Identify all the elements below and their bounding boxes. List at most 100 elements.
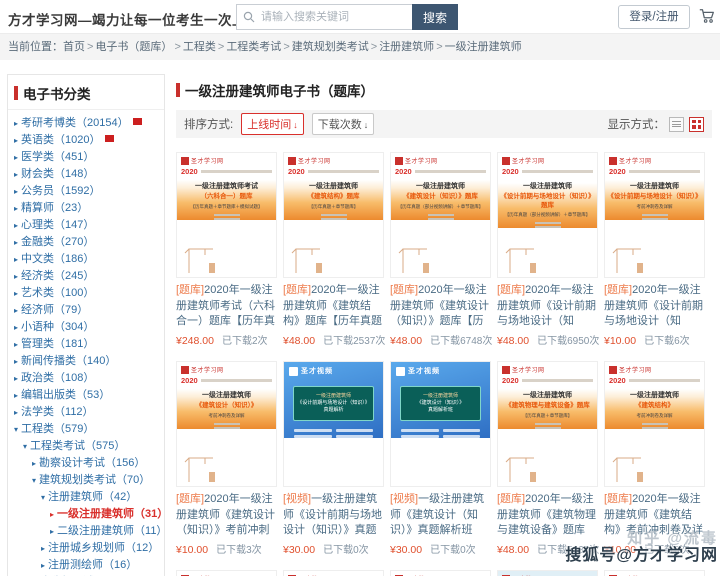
sidebar-category-item[interactable]: ▸ 公务员（1592） [8, 183, 164, 200]
sidebar-category-item[interactable]: ▸ 经济师（79） [8, 302, 164, 319]
sidebar-category-item[interactable]: ▸ 法学类（112） [8, 404, 164, 421]
cover-year: 2020 [609, 167, 626, 176]
product-card[interactable]: 圣才学习网 2020 一级注册建筑师 《建筑结构》 考前冲刺卷及详解 [题库]2… [604, 361, 705, 556]
sidebar-category-item[interactable]: ▾ 建筑规划类考试（70） [8, 472, 164, 489]
product-title[interactable]: [视频]一级注册建筑师《建筑设计（知识）》真题解析班 [390, 492, 491, 539]
tree-arrow-icon: ▾ [41, 493, 46, 502]
book-cover: 圣才学习网 2020 一级注册建筑师 《建筑物理与建筑设备》题库 【历年真题＋章… [497, 361, 598, 487]
tree-arrow-icon: ▸ [14, 323, 19, 332]
sidebar-category-item[interactable]: ▸ 二级注册建筑师（11） [8, 523, 164, 540]
sort-by-downloads-button[interactable]: 下载次数 ↓ [311, 113, 375, 135]
shengcai-logo-icon [502, 365, 510, 374]
video-screen: 一级注册建筑师 《设计前期与场地设计（知识）》 真题解析 [293, 386, 374, 421]
cart-icon[interactable] [698, 7, 716, 30]
sidebar-category-item[interactable]: ▸ 政治类（108） [8, 370, 164, 387]
product-card[interactable]: 圣才学习网 2020 [604, 570, 705, 576]
category-label: 经济类（245） [21, 270, 95, 282]
grid-view-icon[interactable] [689, 116, 704, 132]
sidebar-category-item[interactable]: ▸ 编辑出版类（53） [8, 387, 164, 404]
product-title[interactable]: [题库]2020年一级注册建筑师《建筑设计（知识）》题库【历 [390, 283, 491, 330]
search-button[interactable]: 搜索 [412, 4, 458, 30]
tree-arrow-icon: ▾ [23, 442, 28, 451]
category-label: 艺术类（100） [21, 287, 95, 299]
sidebar-category-item[interactable]: ▸ 新闻传播类（140） [8, 353, 164, 370]
sidebar-category-item[interactable]: ▸ 考研考博类（20154） [8, 115, 164, 132]
product-card[interactable]: 圣才学习网 2020 一级注册建筑师考试 （六科合一）题库 【历年真题＋章节题库… [176, 152, 277, 347]
product-card[interactable]: 圣才学习网 2020 一级注册建筑师 《建筑设计（知识）》 考前冲刺卷及详解 [… [176, 361, 277, 556]
orange-book-cover: 圣才学习网 2020 一级注册建筑师 《建筑设计（知识）》 考前冲刺卷及详解 [177, 362, 276, 482]
product-title[interactable]: [题库]2020年一级注册建筑师考试（六科合一）题库【历年真 [176, 283, 277, 330]
crane-icon [184, 248, 215, 273]
hot-flag-icon [132, 118, 142, 125]
product-title[interactable]: [视频]一级注册建筑师《设计前期与场地设计（知识）》真题 [283, 492, 384, 539]
product-price: ¥48.00 [497, 335, 530, 347]
tree-arrow-icon: ▸ [14, 374, 19, 383]
product-title[interactable]: [题库]2020年一级注册建筑师《建筑物理与建筑设备》题库 [497, 492, 598, 539]
sidebar-category-item[interactable]: ▸ 注册测绘师（16） [8, 557, 164, 574]
sidebar-category-item[interactable]: ▾ 注册建筑师（42） [8, 489, 164, 506]
product-card[interactable]: 圣才学习网 2020 [176, 570, 277, 576]
sidebar-category-item[interactable]: ▸ 精算师（23） [8, 200, 164, 217]
product-card[interactable]: 圣才学习网 2020 一级注册建筑师 《建筑物理与建筑设备》题库 【历年真题＋章… [497, 361, 599, 556]
product-card[interactable]: 圣才视频 一级注册建筑师 《建筑设计（知识）》 真题解析班 [视频]一级注册建筑… [390, 361, 491, 556]
product-card[interactable]: 圣才视频 一级注册建筑师 《设计前期与场地设计（知识）》 真题解析 [视频]一级… [283, 361, 384, 556]
tree-arrow-icon: ▸ [14, 238, 19, 247]
product-title[interactable]: [题库]2020年一级注册建筑师《建筑设计（知识）》考前冲刺 [176, 492, 277, 539]
category-label: 一级注册建筑师（31） [57, 508, 165, 520]
sidebar-category-item[interactable]: ▸ 经济类（245） [8, 268, 164, 285]
product-title[interactable]: [题库]2020年一级注册建筑师《建筑结构》考前冲刺卷及详 [604, 492, 705, 539]
product-card[interactable]: 圣才学习网 2020 一级注册建筑师 《设计前期与场地设计（知识）》 考前冲刺卷… [604, 152, 705, 347]
sidebar-category-item[interactable]: ▸ 中文类（186） [8, 251, 164, 268]
product-card[interactable]: 圣才学习网 2020 一级注册建筑师 《建筑设计（知识）》题库 【历年真题（部分… [390, 152, 493, 347]
breadcrumb-item[interactable]: 注册建筑师 [379, 41, 434, 53]
down-arrow-icon: ↓ [363, 120, 369, 130]
product-card[interactable]: 圣才学习网 2020 [497, 570, 598, 576]
sidebar-category-item[interactable]: ▸ 小语种（304） [8, 319, 164, 336]
download-count: 已下载6748次 [430, 336, 493, 347]
product-card[interactable]: 圣才学习网 2020 一级注册建筑师 《建筑结构》题库 【历年真题＋章节题库】 … [283, 152, 386, 347]
product-card[interactable]: 圣才学习网 2020 [390, 570, 491, 576]
sidebar-category-item[interactable]: ▸ 注册城乡规划师（12） [8, 540, 164, 557]
cover-author-bars [605, 213, 704, 220]
product-title[interactable]: [题库]2020年一级注册建筑师《设计前期与场地设计（知 [497, 283, 598, 330]
breadcrumb-item[interactable]: 一级注册建筑师 [445, 41, 522, 53]
product-card[interactable]: 圣才学习网 2020 一级注册建筑师 《设计前期与场地设计（知识）》题库 【历年… [497, 152, 599, 347]
book-cover: 圣才视频 一级注册建筑师 《建筑设计（知识）》 真题解析班 [390, 361, 491, 487]
sort-by-time-button[interactable]: 上线时间 ↓ [241, 113, 304, 135]
sidebar-category-item[interactable]: ▸ 艺术类（100） [8, 285, 164, 302]
sidebar-category-item[interactable]: ▸ 心理类（147） [8, 217, 164, 234]
tree-arrow-icon: ▸ [41, 544, 46, 553]
sidebar-category-item[interactable]: ▸ 财会类（148） [8, 166, 164, 183]
sidebar-category-item[interactable]: ▸ 金融类（270） [8, 234, 164, 251]
product-price: ¥48.00 [390, 335, 423, 347]
breadcrumb-item[interactable]: 工程类考试 [226, 41, 281, 53]
login-register-button[interactable]: 登录/注册 [618, 5, 690, 29]
sidebar-category-item[interactable]: ▸ 勘察设计考试（156） [8, 455, 164, 472]
product-price: ¥10.00 [176, 544, 209, 556]
product-card[interactable]: 圣才学习网 2020 [283, 570, 384, 576]
sidebar-category-item[interactable]: ▸ 管理类（181） [8, 336, 164, 353]
category-label: 财会类（148） [21, 168, 95, 180]
sidebar-category-item[interactable]: ▾ 工程类（579） [8, 421, 164, 438]
cover-tagline-bar [628, 379, 700, 382]
cover-title-line2: 《建筑物理与建筑设备》题库 [505, 402, 590, 409]
cover-author-bars [391, 213, 490, 220]
orange-book-cover: 圣才学习网 2020 一级注册建筑师 《建筑结构》题库 【历年真题＋章节题库】 [284, 153, 383, 273]
search-input[interactable] [259, 10, 406, 24]
download-count: 已下载2537次 [323, 336, 386, 347]
product-price: ¥10.00 [604, 544, 637, 556]
cover-title-line2: 《建筑设计（知识）》 [195, 402, 258, 409]
breadcrumb-item[interactable]: 电子书（题库） [95, 41, 172, 53]
product-title[interactable]: [题库]2020年一级注册建筑师《设计前期与场地设计（知 [604, 283, 705, 330]
breadcrumb-item[interactable]: 工程类 [183, 41, 216, 53]
sidebar-category-item[interactable]: ▾ 工程类考试（575） [8, 438, 164, 455]
breadcrumb-item[interactable]: 首页 [63, 41, 85, 53]
sidebar-category-item[interactable]: ▸ 医学类（451） [8, 149, 164, 166]
sidebar-category-item[interactable]: ▸ 英语类（1020） [8, 132, 164, 149]
list-view-icon[interactable] [669, 116, 684, 132]
breadcrumb-separator: > [217, 41, 225, 53]
cover-author-bars [177, 422, 276, 429]
product-title[interactable]: [题库]2020年一级注册建筑师《建筑结构》题库【历年真题 [283, 283, 384, 330]
sidebar-category-item[interactable]: ▸ 一级注册建筑师（31） [8, 506, 164, 523]
breadcrumb-item[interactable]: 建筑规划类考试 [292, 41, 369, 53]
